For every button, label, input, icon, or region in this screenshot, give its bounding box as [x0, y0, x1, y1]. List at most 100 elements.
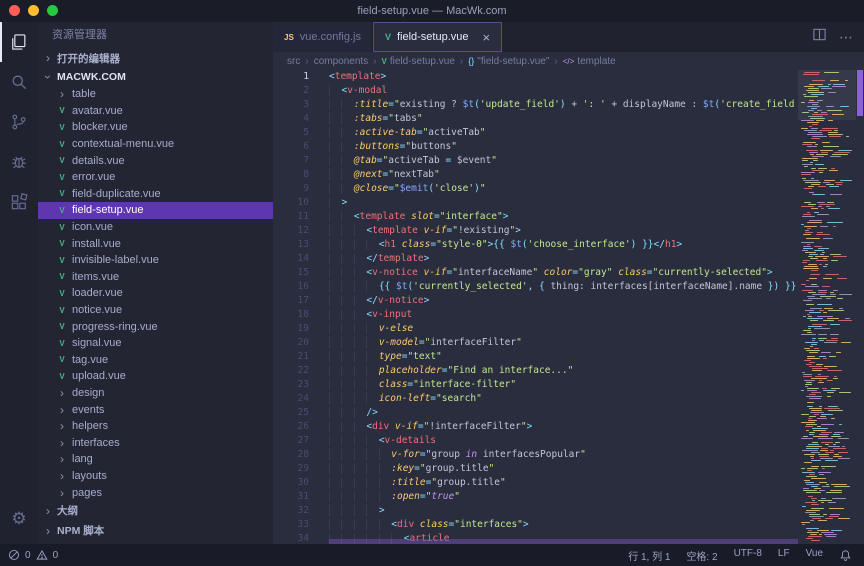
more-actions-icon[interactable]: ⋯: [839, 29, 854, 46]
settings-gear-icon[interactable]: ⚙: [0, 498, 38, 538]
tree-item-label: items.vue: [72, 271, 119, 283]
tree-item-error-vue[interactable]: Verror.vue: [38, 169, 273, 186]
status-item[interactable]: LF: [778, 548, 790, 563]
tree-item-label: avatar.vue: [72, 105, 123, 117]
open-editors-section[interactable]: › 打开的编辑器: [38, 48, 273, 68]
vue-file-icon: V: [57, 339, 67, 348]
tree-item-progress-ring-vue[interactable]: Vprogress-ring.vue: [38, 318, 273, 335]
tab-label: field-setup.vue: [397, 31, 469, 43]
vue-file-icon: V: [57, 355, 67, 364]
source-control-icon[interactable]: [0, 102, 38, 142]
search-icon[interactable]: [0, 62, 38, 102]
tree-item-upload-vue[interactable]: Vupload.vue: [38, 368, 273, 385]
vue-file-icon: V: [57, 156, 67, 165]
maximize-window-icon[interactable]: [47, 5, 58, 16]
explorer-icon[interactable]: [0, 22, 38, 62]
tree-item-events[interactable]: ›events: [38, 401, 273, 418]
vue-file-icon: V: [57, 173, 67, 182]
tree-item-label: blocker.vue: [72, 121, 128, 133]
status-item[interactable]: 空格: 2: [686, 548, 717, 563]
minimap[interactable]: [798, 70, 856, 544]
status-item[interactable]: 行 1, 列 1: [628, 548, 670, 563]
breadcrumb-separator-icon: ›: [305, 56, 308, 67]
tree-item-table[interactable]: ›table: [38, 86, 273, 103]
tree-item-field-setup-vue[interactable]: Vfield-setup.vue: [38, 202, 273, 219]
activity-bar: ⚙: [0, 22, 38, 544]
tree-item-items-vue[interactable]: Vitems.vue: [38, 269, 273, 286]
problems-status[interactable]: 0 0: [0, 549, 58, 561]
vue-file-icon: V: [57, 289, 67, 298]
vue-file-icon: V: [57, 206, 67, 215]
debug-icon[interactable]: [0, 142, 38, 182]
vertical-scrollbar-thumb[interactable]: [857, 70, 863, 116]
tree-item-label: design: [72, 387, 104, 399]
status-right: 行 1, 列 1 空格: 2 UTF-8 LF Vue: [628, 548, 864, 563]
chevron-right-icon: ›: [57, 471, 67, 481]
minimize-window-icon[interactable]: [28, 5, 39, 16]
tree-item-field-duplicate-vue[interactable]: Vfield-duplicate.vue: [38, 186, 273, 203]
tree-item-layouts[interactable]: ›layouts: [38, 468, 273, 485]
breadcrumb-item[interactable]: </>template: [563, 56, 616, 67]
tree-item-invisible-label-vue[interactable]: Vinvisible-label.vue: [38, 252, 273, 269]
tab-vue-config-js[interactable]: JSvue.config.js: [273, 22, 373, 52]
tree-item-icon-vue[interactable]: Vicon.vue: [38, 219, 273, 236]
tree-item-blocker-vue[interactable]: Vblocker.vue: [38, 119, 273, 136]
tree-item-details-vue[interactable]: Vdetails.vue: [38, 152, 273, 169]
tree-item-loader-vue[interactable]: Vloader.vue: [38, 285, 273, 302]
tree-item-avatar-vue[interactable]: Vavatar.vue: [38, 103, 273, 120]
breadcrumb-item[interactable]: {}"field-setup.vue": [468, 56, 549, 67]
tree-item-notice-vue[interactable]: Vnotice.vue: [38, 302, 273, 319]
title-bar[interactable]: field-setup.vue — MacWk.com: [0, 0, 864, 22]
tree-item-design[interactable]: › design: [38, 385, 273, 402]
braces-icon: {}: [468, 56, 474, 66]
chevron-right-icon: ›: [57, 454, 67, 464]
vue-file-icon: V: [57, 322, 67, 331]
vue-file-icon: V: [57, 372, 67, 381]
traffic-lights: [9, 5, 58, 16]
vertical-scrollbar[interactable]: [856, 70, 864, 544]
tree-item-signal-vue[interactable]: Vsignal.vue: [38, 335, 273, 352]
status-item[interactable]: UTF-8: [734, 548, 762, 563]
close-window-icon[interactable]: [9, 5, 20, 16]
tree-item-helpers[interactable]: ›helpers: [38, 418, 273, 435]
close-tab-icon[interactable]: ×: [483, 31, 491, 44]
tree-item-label: upload.vue: [72, 370, 126, 382]
extensions-icon[interactable]: [0, 182, 38, 222]
workspace-root-section[interactable]: › MACWK.COM: [38, 68, 273, 86]
status-item[interactable]: Vue: [806, 548, 823, 563]
tree-item-install-vue[interactable]: Vinstall.vue: [38, 235, 273, 252]
tree-item-pages[interactable]: ›pages: [38, 484, 273, 501]
breadcrumb-item[interactable]: src: [287, 56, 300, 67]
tree-item-interfaces[interactable]: › interfaces: [38, 434, 273, 451]
notifications-bell-icon[interactable]: [839, 549, 852, 562]
explorer-pane-title: 资源管理器: [38, 22, 273, 48]
tab-field-setup-vue[interactable]: Vfield-setup.vue×: [373, 22, 502, 52]
tree-item-tag-vue[interactable]: Vtag.vue: [38, 352, 273, 369]
breadcrumb-separator-icon: ›: [460, 56, 463, 67]
workspace-root-label: MACWK.COM: [57, 71, 126, 83]
tree-item-label: signal.vue: [72, 337, 122, 349]
chevron-right-icon: ›: [57, 89, 67, 99]
npm-scripts-section[interactable]: › NPM 脚本: [38, 521, 273, 541]
tree-item-contextual-menu-vue[interactable]: Vcontextual-menu.vue: [38, 136, 273, 153]
chevron-right-icon: ›: [57, 438, 67, 448]
chevron-right-icon: ›: [43, 506, 53, 516]
tree-item-lang[interactable]: ›lang: [38, 451, 273, 468]
tree-item-label: interfaces: [72, 437, 120, 449]
outline-section[interactable]: › 大纲: [38, 501, 273, 521]
code-area: 1234567891011121314151617181920212223242…: [273, 70, 864, 544]
chevron-right-icon: ›: [57, 388, 67, 398]
tree-item-label: field-duplicate.vue: [72, 188, 161, 200]
tab-bar: JSvue.config.jsVfield-setup.vue× ⋯: [273, 22, 864, 52]
window-title: field-setup.vue — MacWk.com: [357, 5, 506, 17]
code-lines[interactable]: <template> <v-modal :title="existing ? $…: [329, 70, 798, 544]
warning-count: 0: [53, 550, 59, 561]
breadcrumb-item[interactable]: components: [314, 56, 368, 67]
status-bar: 0 0 行 1, 列 1 空格: 2 UTF-8 LF Vue: [0, 544, 864, 566]
status-right-items: 行 1, 列 1 空格: 2 UTF-8 LF Vue: [628, 548, 823, 563]
split-editor-icon[interactable]: [812, 27, 827, 47]
tree-item-label: icon.vue: [72, 221, 113, 233]
tab-label: vue.config.js: [300, 31, 361, 43]
tree-item-label: progress-ring.vue: [72, 321, 158, 333]
breadcrumb-item[interactable]: Vfield-setup.vue: [382, 56, 455, 67]
